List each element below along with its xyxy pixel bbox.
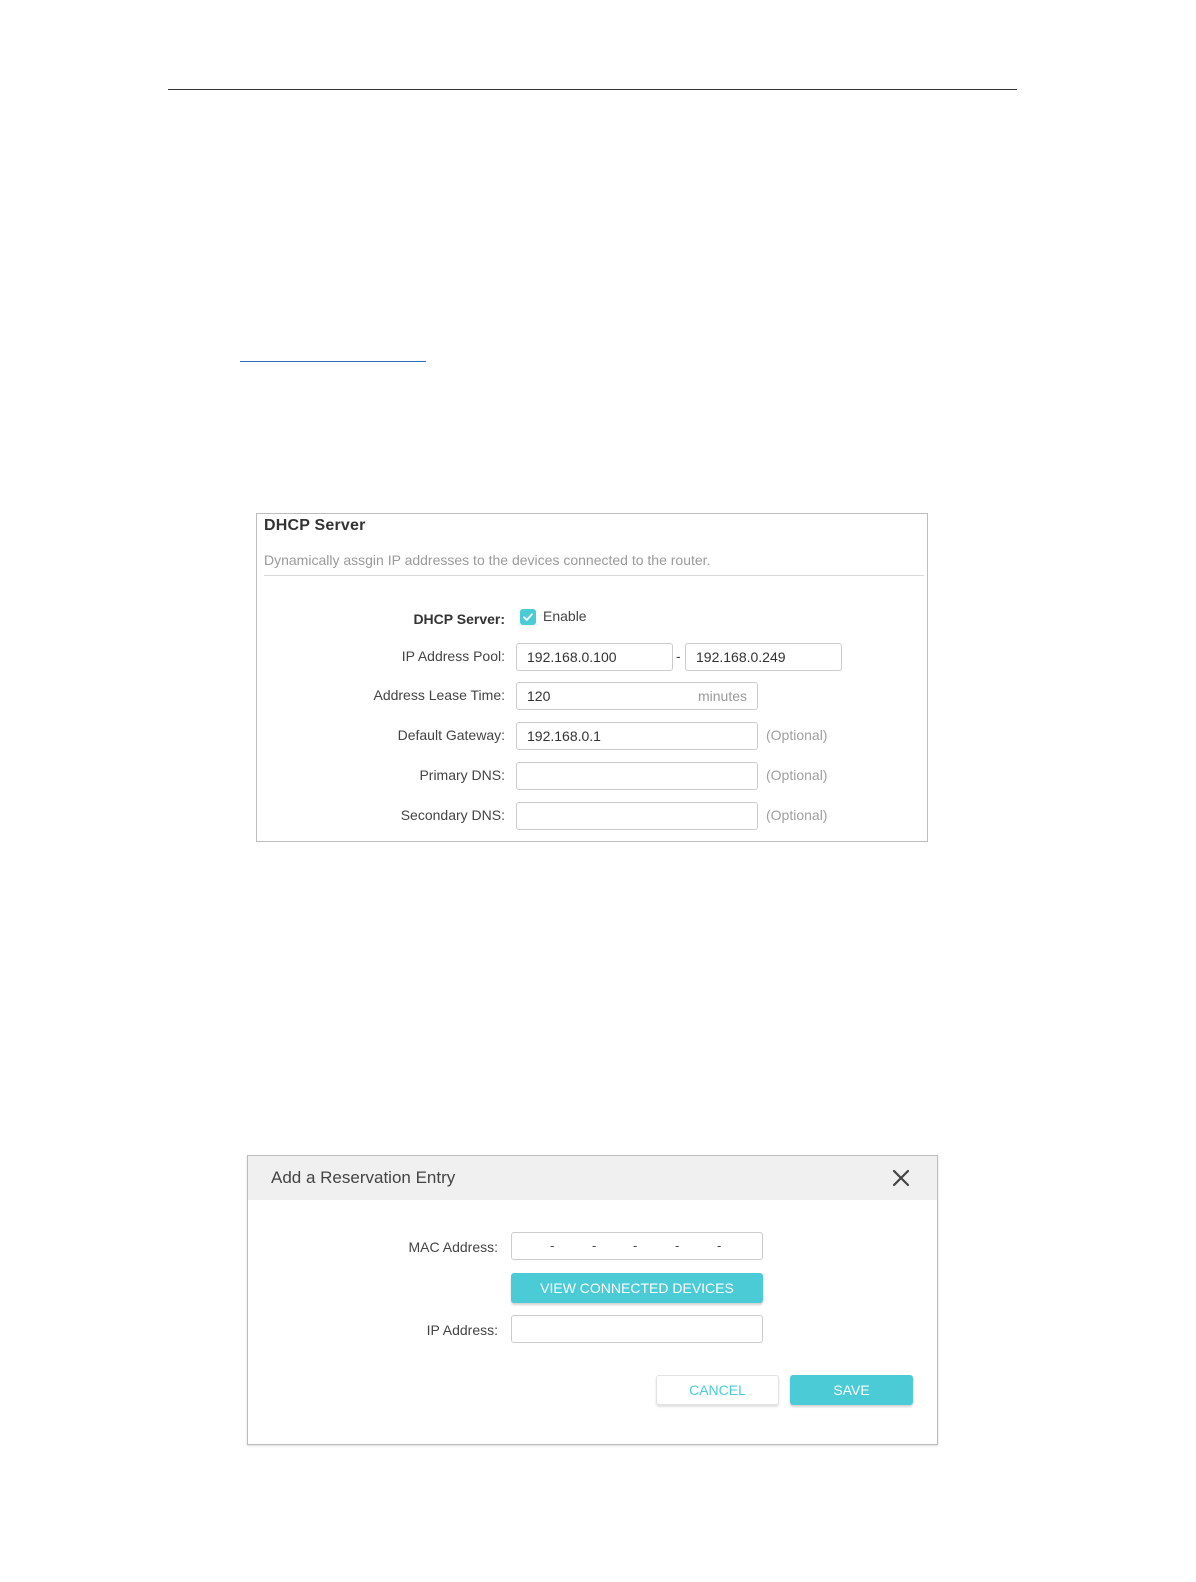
enable-checkbox[interactable] — [520, 609, 536, 625]
mac-separator: - — [675, 1238, 680, 1253]
cancel-button[interactable]: CANCEL — [656, 1375, 779, 1405]
ip-pool-row: IP Address Pool: 192.168.0.100 - 192.168… — [257, 643, 929, 671]
ip-pool-end-input[interactable]: 192.168.0.249 — [685, 643, 842, 671]
ip-pool-start-input[interactable]: 192.168.0.100 — [516, 643, 673, 671]
gateway-optional-hint: (Optional) — [766, 727, 828, 743]
gateway-value: 192.168.0.1 — [527, 728, 601, 744]
panel-title: DHCP Server — [264, 517, 366, 534]
lease-time-input[interactable]: 120 minutes — [516, 682, 758, 710]
mac-address-input[interactable]: - - - - - — [511, 1232, 763, 1260]
dhcp-server-row: DHCP Server: Enable — [257, 606, 929, 634]
primary-dns-row: Primary DNS: (Optional) — [257, 762, 929, 790]
ip-address-label: IP Address: — [426, 1322, 498, 1338]
ip-address-input[interactable] — [511, 1315, 763, 1343]
mac-address-label: MAC Address: — [408, 1239, 498, 1255]
gateway-row: Default Gateway: 192.168.0.1 (Optional) — [257, 722, 929, 750]
enable-label: Enable — [543, 608, 587, 624]
gateway-input[interactable]: 192.168.0.1 — [516, 722, 758, 750]
lease-time-value: 120 — [527, 688, 551, 704]
checkmark-icon — [523, 613, 533, 621]
primary-dns-label: Primary DNS: — [419, 767, 505, 783]
primary-dns-input[interactable] — [516, 762, 758, 790]
lease-time-unit: minutes — [697, 688, 747, 704]
lease-time-label: Address Lease Time: — [373, 687, 505, 703]
dialog-header: Add a Reservation Entry — [248, 1156, 937, 1200]
secondary-dns-optional-hint: (Optional) — [766, 807, 828, 823]
ip-pool-end-value: 192.168.0.249 — [696, 649, 786, 665]
ip-pool-separator: - — [676, 648, 681, 664]
secondary-dns-row: Secondary DNS: (Optional) — [257, 802, 929, 830]
ip-pool-start-value: 192.168.0.100 — [527, 649, 617, 665]
dhcp-server-panel: DHCP Server Dynamically assgin IP addres… — [256, 513, 928, 842]
lease-time-row: Address Lease Time: 120 minutes — [257, 682, 929, 710]
mac-separator: - — [550, 1238, 555, 1253]
mac-separator: - — [592, 1238, 597, 1253]
mac-separator: - — [717, 1238, 722, 1253]
mac-separator: - — [633, 1238, 638, 1253]
ip-pool-label: IP Address Pool: — [401, 648, 505, 664]
secondary-dns-input[interactable] — [516, 802, 758, 830]
dhcp-server-label: DHCP Server: — [413, 611, 505, 627]
view-connected-devices-button[interactable]: VIEW CONNECTED DEVICES — [511, 1273, 763, 1303]
primary-dns-optional-hint: (Optional) — [766, 767, 828, 783]
panel-divider — [264, 575, 924, 576]
reservation-dialog: Add a Reservation Entry MAC Address: - -… — [247, 1155, 938, 1445]
dialog-title: Add a Reservation Entry — [271, 1168, 456, 1187]
panel-description: Dynamically assgin IP addresses to the d… — [264, 552, 711, 568]
secondary-dns-label: Secondary DNS: — [400, 807, 505, 823]
link-underline — [240, 361, 426, 362]
close-icon[interactable] — [891, 1168, 911, 1188]
gateway-label: Default Gateway: — [397, 727, 505, 743]
save-button[interactable]: SAVE — [790, 1375, 913, 1405]
page-header-rule — [168, 89, 1017, 90]
